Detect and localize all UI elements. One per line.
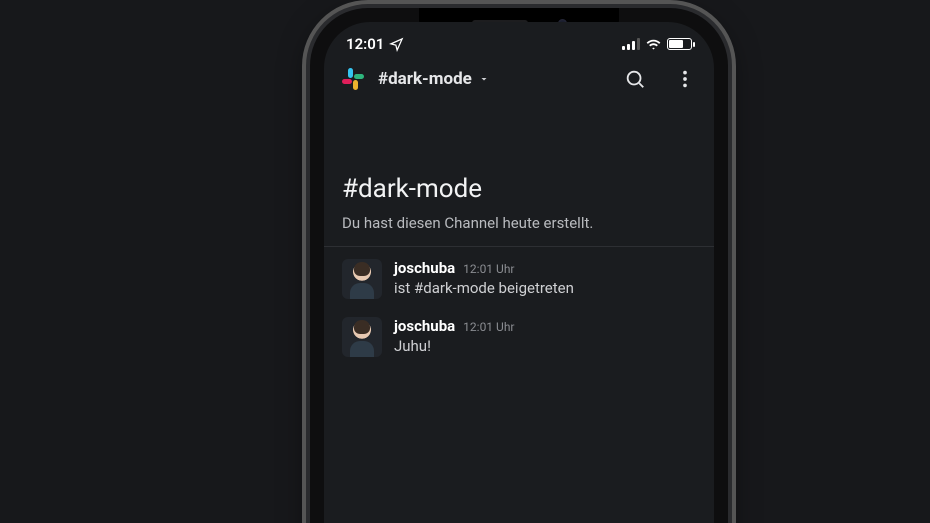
- channel-name: #dark-mode: [378, 69, 472, 89]
- channel-switcher[interactable]: #dark-mode: [378, 69, 490, 89]
- signal-icon: [622, 38, 640, 50]
- message-user[interactable]: joschuba: [394, 259, 455, 277]
- wifi-icon: [646, 37, 661, 52]
- status-time: 12:01: [346, 35, 384, 53]
- chevron-down-icon: [478, 73, 490, 85]
- avatar[interactable]: [342, 317, 382, 357]
- message-text: ist #dark-mode beigetreten: [394, 279, 696, 297]
- message-row[interactable]: joschuba 12:01 Uhr Juhu!: [342, 305, 696, 363]
- location-icon: [389, 37, 404, 52]
- channel-title: #dark-mode: [342, 174, 696, 204]
- message-user[interactable]: joschuba: [394, 317, 455, 335]
- search-icon[interactable]: [624, 68, 646, 90]
- avatar[interactable]: [342, 259, 382, 299]
- message-row[interactable]: joschuba 12:01 Uhr ist #dark-mode beiget…: [342, 247, 696, 305]
- status-bar: 12:01: [324, 22, 714, 60]
- app-screen: 12:01 #dark-mode: [324, 22, 714, 523]
- message-time: 12:01 Uhr: [463, 262, 514, 276]
- more-icon[interactable]: [674, 68, 696, 90]
- message-text: Juhu!: [394, 337, 696, 355]
- phone-frame: 12:01 #dark-mode: [310, 8, 728, 523]
- slack-logo-icon[interactable]: [342, 68, 364, 90]
- channel-subtitle: Du hast diesen Channel heute erstellt.: [342, 214, 696, 232]
- battery-icon: [667, 38, 692, 50]
- message-time: 12:01 Uhr: [463, 320, 514, 334]
- app-header: #dark-mode: [324, 60, 714, 102]
